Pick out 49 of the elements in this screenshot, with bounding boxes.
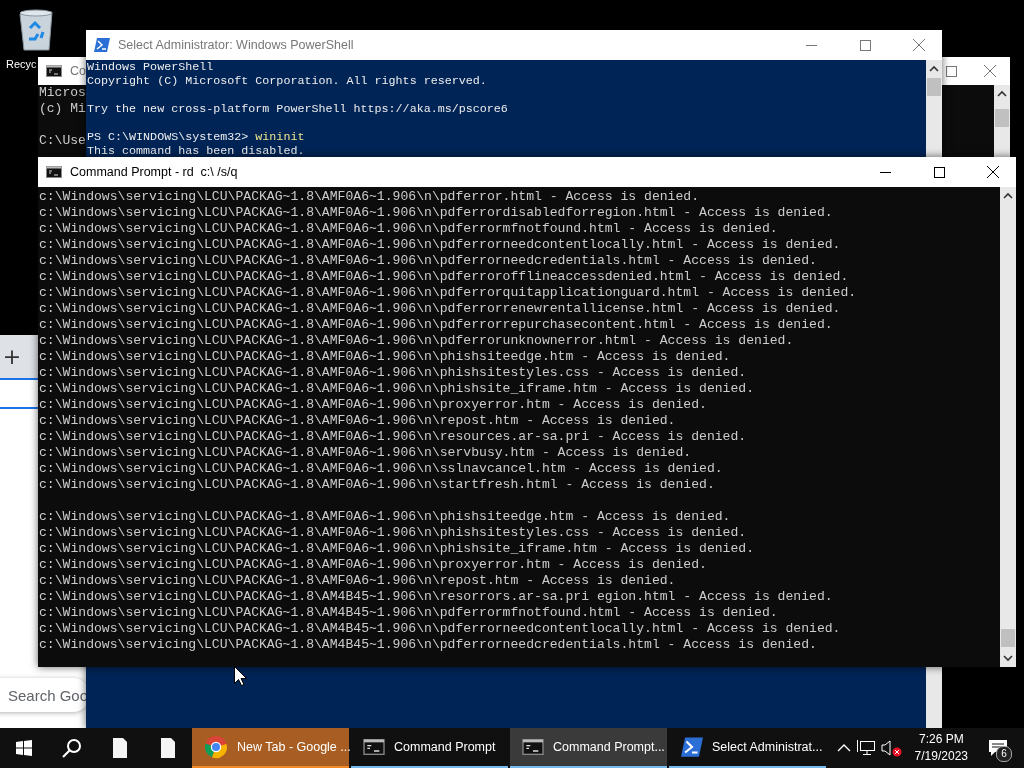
console-line: Try the new cross-platform PowerShell https://aka.ms/pscore6	[87, 102, 508, 116]
window-title: Command Prompt - rd c:\ /s/q	[70, 165, 238, 179]
console-line: c:\Windows\servicing\LCU\PACKAG~1.8\AMF0A6~1.906\n\phishsite_iframe.htm - Access is denied.	[39, 381, 755, 397]
console-line: c:\Windows\servicing\LCU\PACKAG~1.8\AMF0A6~1.906\n\phishsitestyles.css - Access is denied.	[39, 365, 747, 381]
notifications-button[interactable]: 6	[980, 728, 1016, 768]
console-line: c:\Windows\servicing\LCU\PACKAG~1.8\AMF0A6~1.906\n\pdferrorrepurchasecontent.html - Access is denied.	[39, 317, 833, 333]
console-line: c:\Windows\servicing\LCU\PACKAG~1.8\AMF0A6~1.906\n\startfresh.html - Access is denied.	[39, 477, 715, 493]
console-line: c:\Windows\servicing\LCU\PACKAG~1.8\AM4B45~1.906\n\pdferrorneedcontentlocally.html - Access is denied.	[39, 621, 841, 637]
console-line: c:\Windows\servicing\LCU\PACKAG~1.8\AMF0A6~1.906\n\phishsiteedge.htm - Access is denied.	[39, 509, 731, 525]
taskbar-button[interactable]: Command Prompt	[351, 728, 508, 768]
console-line: c:\Windows\servicing\LCU\PACKAG~1.8\AMF0A6~1.906\n\phishsitestyles.css - Access is denied.	[39, 525, 747, 541]
new-tab-button[interactable]: +	[2, 344, 22, 369]
console-line: c:\Windows\servicing\LCU\PACKAG~1.8\AM4B45~1.906\n\pdferrormfnotfound.html - Access is denied.	[39, 605, 778, 621]
console-line: c:\Windows\servicing\LCU\PACKAG~1.8\AM4B45~1.906\n\pdferrorneedcredentials.html - Access is denied.	[39, 637, 817, 653]
taskbar-button[interactable]: New Tab - Google ...	[192, 728, 349, 768]
console-line: c:\Windows\servicing\LCU\PACKAG~1.8\AMF0A6~1.906\n\pdferrordisabledforregion.html - Access is denied.	[39, 205, 833, 221]
console-line: c:\Windows\servicing\LCU\PACKAG~1.8\AMF0A6~1.906\n\proxyerror.htm - Access is denied.	[39, 397, 707, 413]
console-line: c:\Windows\servicing\LCU\PACKAG~1.8\AMF0A6~1.906\n\pdferrorrenewrentallicense.html - Access is denied.	[39, 301, 841, 317]
console-line: (c) Mi	[39, 101, 86, 117]
console-line: c:\Windows\servicing\LCU\PACKAG~1.8\AMF0A6~1.906\n\pdferror.html - Access is denied.	[39, 189, 700, 205]
notification-count: 6	[996, 746, 1012, 762]
console-line: PS C:\WINDOWS\system32> wininit	[87, 130, 305, 144]
console-line: c:\Windows\servicing\LCU\PACKAG~1.8\AMF0A6~1.906\n\phishsiteedge.htm - Access is denied.	[39, 349, 731, 365]
console-line: c:\Windows\servicing\LCU\PACKAG~1.8\AM4B45~1.906\n\resorrors.ar-sa.pri egion.html - Access is denied.	[39, 589, 833, 605]
window-title: Select Administrator: Windows PowerShell	[118, 38, 354, 52]
console-line: c:\Windows\servicing\LCU\PACKAG~1.8\AMF0A6~1.906\n\pdferrorofflineaccessdenied.html - Access is denied.	[39, 269, 849, 285]
console-line: This command has been disabled.	[87, 144, 305, 158]
console-line: c:\Windows\servicing\LCU\PACKAG~1.8\AMF0A6~1.906\n\servbusy.htm - Access is denied.	[39, 445, 692, 461]
console-line: c:\Windows\servicing\LCU\PACKAG~1.8\AMF0A6~1.906\n\resources.ar-sa.pri - Access is denied.	[39, 429, 747, 445]
console-line: c:\Windows\servicing\LCU\PACKAG~1.8\AMF0A6~1.906\n\repost.htm - Access is denied.	[39, 573, 676, 589]
console-line: c:\Windows\servicing\LCU\PACKAG~1.8\AMF0A6~1.906\n\proxyerror.htm - Access is denied.	[39, 557, 707, 573]
console-line: c:\Windows\servicing\LCU\PACKAG~1.8\AMF0A6~1.906\n\sslnavcancel.htm - Access is denied.	[39, 461, 723, 477]
console-line: C:\Use	[39, 133, 86, 149]
console-line: Micros	[39, 85, 86, 101]
desktop-icon-label: Recyc	[6, 58, 37, 70]
console-line: c:\Windows\servicing\LCU\PACKAG~1.8\AMF0A6~1.906\n\pdferrorunknownerror.html - Access is denied.	[39, 333, 794, 349]
console-line: Windows PowerShell	[87, 60, 214, 74]
console-line: c:\Windows\servicing\LCU\PACKAG~1.8\AMF0A6~1.906\n\repost.htm - Access is denied.	[39, 413, 676, 429]
clock-date: 7/19/2023	[914, 748, 968, 765]
console-line: c:\Windows\servicing\LCU\PACKAG~1.8\AMF0A6~1.906\n\pdferrorquitapplicationguard.html - Access is denied.	[39, 285, 857, 301]
console-line: c:\Windows\servicing\LCU\PACKAG~1.8\AMF0A6~1.906\n\pdferrorneedcontentlocally.html - Access is denied.	[39, 237, 841, 253]
console-line: c:\Windows\servicing\LCU\PACKAG~1.8\AMF0A6~1.906\n\pdferrorneedcredentials.html - Access is denied.	[39, 253, 817, 269]
console-line: c:\Windows\servicing\LCU\PACKAG~1.8\AMF0A6~1.906\n\pdferrormfnotfound.html - Access is denied.	[39, 221, 778, 237]
console-line: c:\Windows\servicing\LCU\PACKAG~1.8\AMF0A6~1.906\n\phishsite_iframe.htm - Access is denied.	[39, 541, 755, 557]
window-title: Co	[70, 64, 86, 78]
console-line: Copyright (C) Microsoft Corporation. All rights reserved.	[87, 74, 487, 88]
clock-time: 7:26 PM	[918, 731, 964, 748]
taskbar-button[interactable]: Select Administrat...	[669, 728, 826, 768]
taskbar-button[interactable]: Command Prompt...	[510, 728, 667, 768]
